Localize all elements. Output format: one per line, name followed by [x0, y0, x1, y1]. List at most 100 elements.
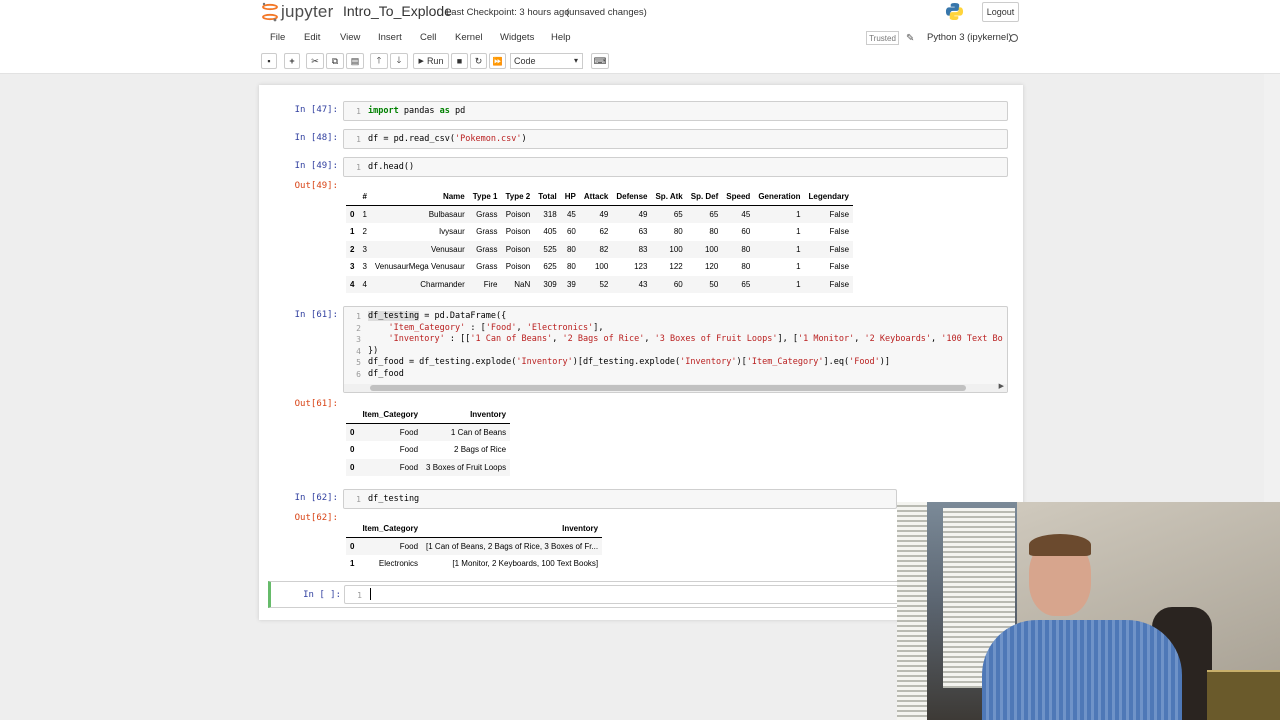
trusted-indicator[interactable]: Trusted [866, 31, 899, 45]
command-palette-button[interactable]: ⌨ [591, 53, 609, 69]
active-code-cell[interactable]: In [ ]: 1 [268, 581, 908, 608]
in-prompt-empty: In [ ]: [303, 590, 341, 600]
autosave-status: (unsaved changes) [566, 7, 647, 18]
window-blinds [897, 502, 927, 720]
code-line: df_testing = pd.DataFrame({ [368, 311, 507, 321]
cut-button[interactable]: ✂ [306, 53, 324, 69]
insert-cell-button[interactable]: + [284, 53, 300, 69]
line-number: 1 [356, 312, 361, 321]
table-cell: 1 [362, 210, 367, 219]
menu-view[interactable]: View [340, 32, 360, 43]
notebook-name[interactable]: Intro_To_Explode [343, 3, 452, 19]
table-cell: 100 [704, 244, 719, 254]
in-prompt-49: In [49]: [294, 161, 338, 171]
run-label: Run [426, 56, 444, 66]
restart-button[interactable]: ↻ [470, 53, 487, 69]
copy-button[interactable]: ⧉ [326, 53, 344, 69]
row-index: 0 [350, 210, 355, 219]
logo-text: jupyter [281, 2, 334, 21]
line-number: 3 [356, 335, 361, 344]
row-index: 0 [350, 462, 355, 472]
table-cell: 1 [796, 244, 801, 254]
plus-icon: + [289, 56, 295, 66]
table-cell: Bulbasaur [428, 210, 465, 219]
table-cell: 45 [741, 210, 751, 219]
logout-button[interactable]: Logout [982, 2, 1019, 22]
scrollbar-thumb[interactable] [370, 385, 966, 391]
code-cell-48[interactable]: 1 df = pd.read_csv('Pokemon.csv') [343, 129, 1008, 149]
code-cell-61[interactable]: 1 2 3 4 5 6 df_testing = pd.DataFrame({ … [343, 306, 1008, 393]
code-line: df = pd.read_csv('Pokemon.csv') [368, 134, 527, 144]
table-cell: 2 Bags of Rice [454, 445, 507, 455]
paste-button[interactable]: ▤ [346, 53, 364, 69]
notebook-header: jupyter Intro_To_Explode Last Checkpoint… [0, 0, 1280, 27]
column-header: HP [560, 188, 580, 206]
menu-insert[interactable]: Insert [378, 32, 402, 43]
save-button[interactable]: ▪ [261, 53, 277, 69]
code-cell-49[interactable]: 1 df.head() [343, 157, 1008, 177]
table-cell: 80 [741, 262, 751, 272]
column-header: Generation [754, 188, 805, 206]
table-cell: False [829, 279, 850, 289]
move-down-button[interactable]: 🡓 [390, 53, 408, 69]
python-icon [945, 2, 964, 21]
run-button[interactable]: ▶ Run [413, 53, 449, 69]
table-row: 0 Food 2 Bags of Rice [346, 441, 510, 459]
code-line: 'Inventory' : [['1 Can of Beans', '2 Bag… [388, 334, 1003, 344]
table-cell: 80 [741, 244, 751, 254]
pokemon-dataframe: # Name Type 1 Type 2 Total HP Attack Defense Sp.… [346, 188, 854, 293]
restart-run-all-button[interactable]: ⏩ [489, 53, 506, 69]
menu-help[interactable]: Help [551, 32, 571, 43]
row-index: 2 [350, 244, 355, 254]
move-up-button[interactable]: 🡑 [370, 53, 388, 69]
kernel-name[interactable]: Python 3 (ipykernel) [927, 32, 1011, 43]
menu-edit[interactable]: Edit [304, 32, 320, 43]
horizontal-scrollbar[interactable]: ▶ [344, 382, 1007, 392]
row-index: 0 [350, 542, 355, 551]
column-header [346, 406, 359, 424]
kernel-status-icon [1010, 34, 1018, 42]
line-number: 1 [356, 163, 361, 172]
menu-file[interactable]: File [270, 32, 285, 43]
table-cell: Grass [476, 244, 498, 254]
table-cell: 62 [599, 227, 609, 237]
table-cell: 65 [741, 279, 751, 289]
pencil-icon[interactable]: ✎ [906, 33, 914, 44]
code-line: import pandas as pd [368, 106, 466, 116]
menu-kernel[interactable]: Kernel [455, 32, 482, 43]
table-cell: Food [399, 445, 419, 455]
table-cell: 3 [362, 262, 367, 272]
table-cell: Electronics [378, 559, 419, 569]
scroll-right-icon[interactable]: ▶ [999, 382, 1004, 390]
menu-cell[interactable]: Cell [420, 32, 436, 43]
code-input[interactable]: 1 [344, 585, 904, 604]
jupyter-logo[interactable]: jupyter [262, 1, 333, 23]
table-cell: 65 [673, 210, 683, 219]
table-cell: 3 Boxes of Fruit Loops [426, 462, 507, 472]
table-row: 0 Food 1 Can of Beans [346, 423, 511, 441]
code-cell-47[interactable]: 1 import pandas as pd [343, 101, 1008, 121]
table-cell: 52 [599, 279, 609, 289]
table-cell: 405 [543, 227, 557, 237]
table-cell: 1 [796, 210, 801, 219]
line-number: 5 [356, 358, 361, 367]
row-index: 0 [350, 445, 355, 455]
code-cell-62[interactable]: 1 df_testing [343, 489, 897, 509]
interrupt-button[interactable]: ■ [451, 53, 468, 69]
column-header: Attack [579, 188, 613, 206]
menu-widgets[interactable]: Widgets [500, 32, 534, 43]
code-line: df_food [368, 368, 404, 379]
table-cell: Charmander [420, 279, 465, 289]
cell-type-select[interactable]: Code ▾ [510, 53, 583, 69]
table-cell: Poison [505, 244, 531, 254]
table-cell: False [829, 262, 850, 272]
column-header: Item_Category [358, 406, 423, 424]
move-up-icon: 🡑 [376, 55, 382, 65]
row-index: 0 [350, 428, 355, 437]
table-cell: Poison [505, 227, 531, 237]
table-cell: 625 [543, 262, 557, 272]
column-header [346, 188, 359, 206]
table-row: 1 Electronics [1 Monitor, 2 Keyboards, 100… [346, 555, 602, 573]
table-cell: 100 [594, 262, 609, 272]
table-cell: 122 [669, 262, 683, 272]
